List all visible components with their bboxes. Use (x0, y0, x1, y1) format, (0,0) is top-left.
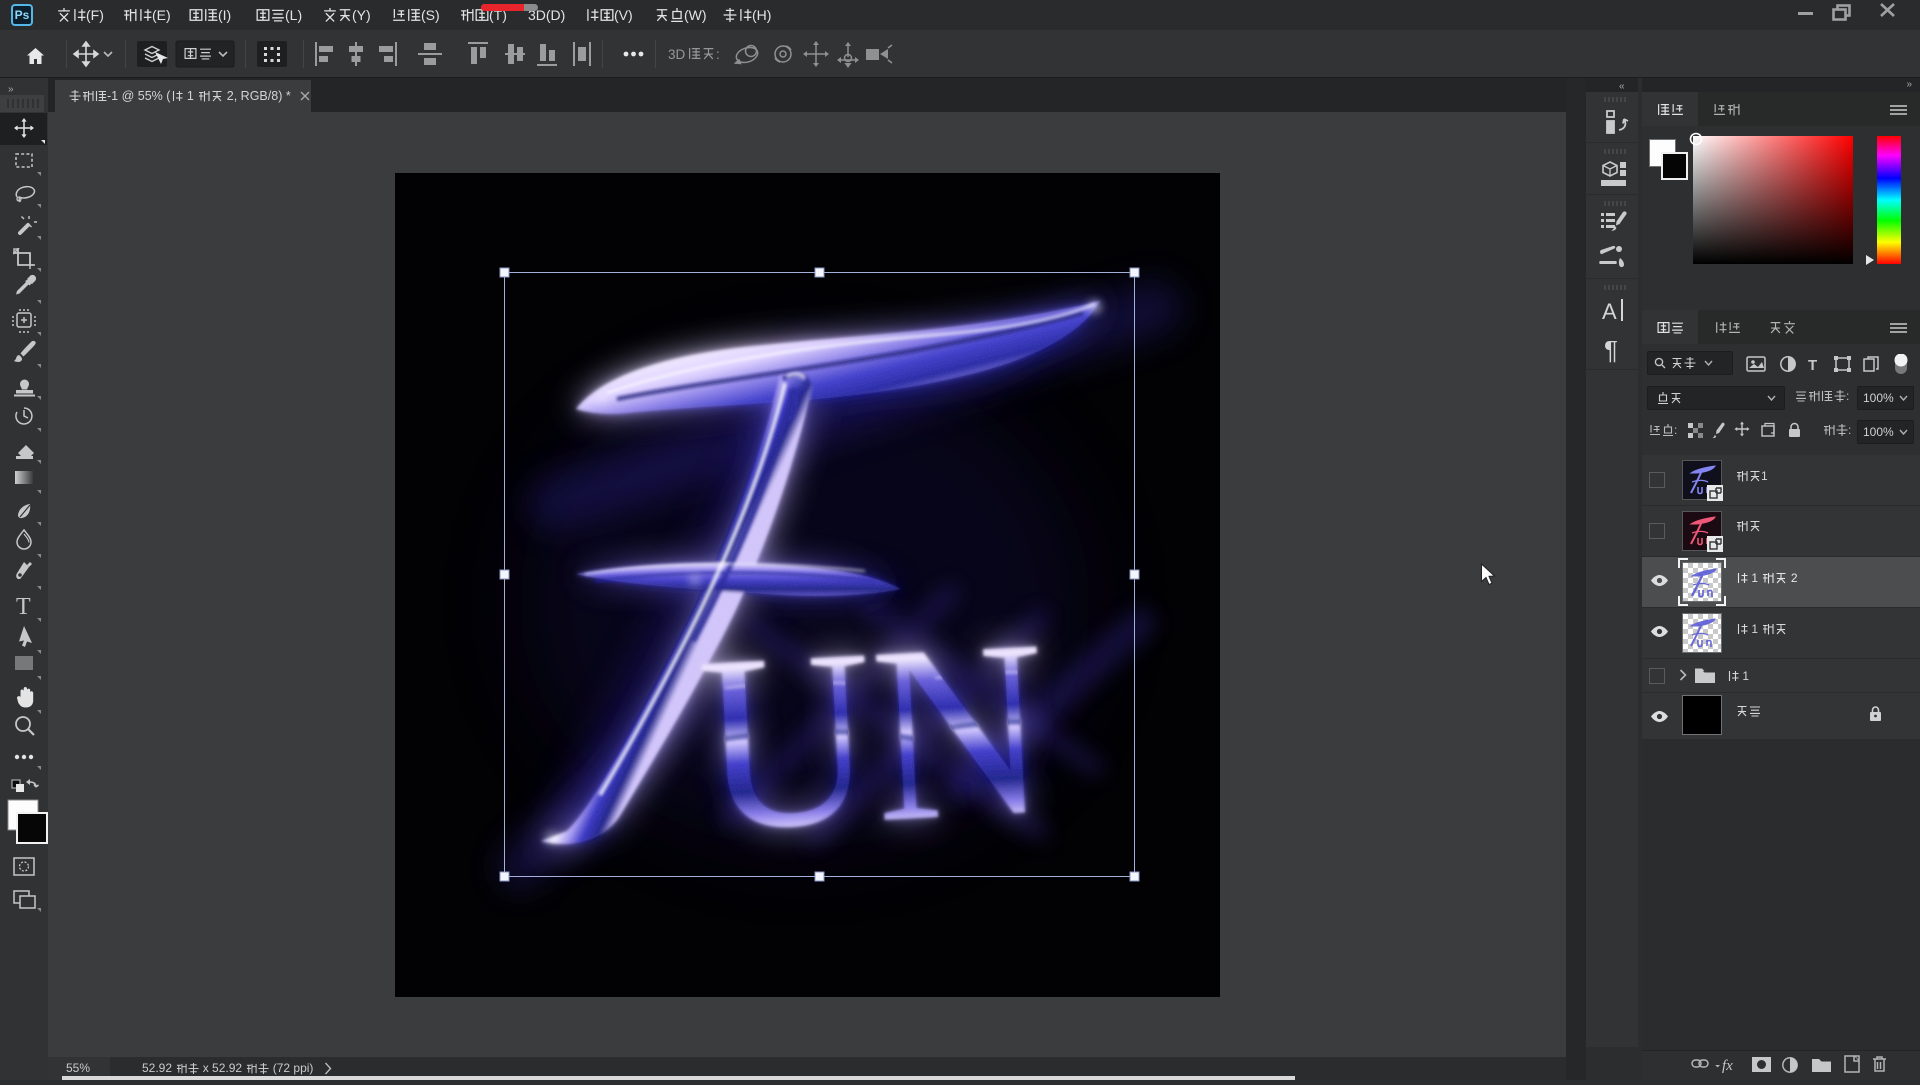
svg-text:¶: ¶ (1604, 335, 1618, 365)
svg-text:T: T (1808, 357, 1817, 374)
svg-text:fx: fx (1722, 1058, 1733, 1074)
svg-text:A: A (1602, 299, 1617, 324)
svg-text:T: T (16, 594, 31, 620)
svg-text:»: » (8, 84, 14, 95)
svg-text::: : (716, 47, 720, 62)
svg-text:3D: 3D (668, 47, 686, 62)
svg-text:«: « (1619, 81, 1625, 92)
